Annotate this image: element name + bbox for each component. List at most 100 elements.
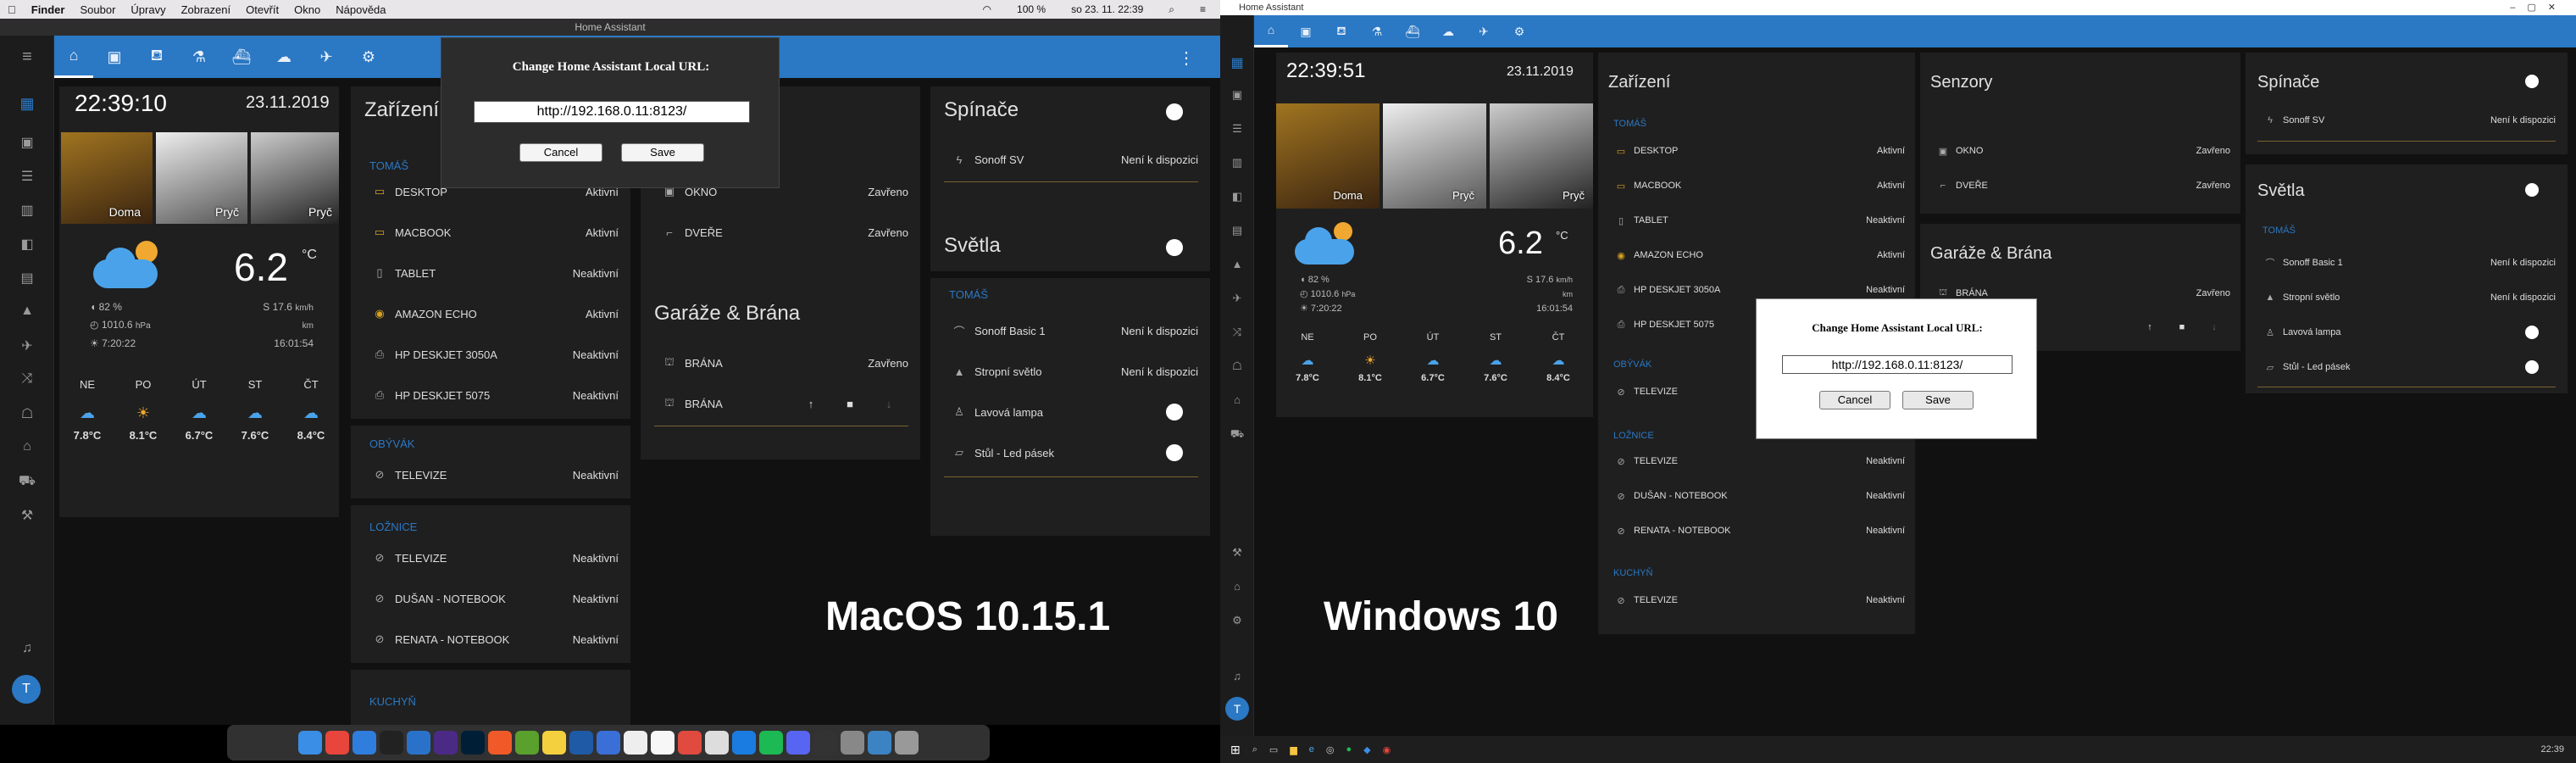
cart-icon[interactable]: ⛟ (0, 473, 54, 490)
tools-icon[interactable]: ⚒ (1220, 546, 1254, 560)
chrome-icon[interactable] (325, 731, 349, 755)
light-row[interactable]: ⌒ Sonoff Basic 1 Není k dispozici (2257, 254, 2557, 271)
lights-toggle[interactable] (2525, 183, 2539, 197)
menu-upravy[interactable]: Úpravy (123, 3, 173, 16)
save-button[interactable]: Save (1902, 391, 1974, 409)
bell-icon[interactable]: ♫ (1220, 670, 1254, 682)
stop-icon[interactable]: ■ (830, 398, 869, 410)
sensor-row[interactable]: ▣ OKNO Zavřeno (1930, 142, 2230, 159)
light-row[interactable]: ▲ Stropní světlo Není k dispozici (944, 361, 1198, 382)
light-row[interactable]: ▱ Stůl - Led pásek (944, 443, 1198, 463)
window-controls[interactable]: –▢✕ (2510, 0, 2568, 15)
cart-icon[interactable]: ⛟ (1220, 427, 1254, 443)
robot-icon[interactable]: ☖ (1220, 359, 1254, 373)
open-arrow-icon[interactable]: ↑ (2134, 322, 2166, 332)
photos-icon[interactable] (678, 731, 702, 755)
tab-kitchen-icon[interactable]: ⚗ (178, 48, 220, 66)
avatar[interactable]: T (1225, 697, 1249, 721)
tab-kitchen-icon[interactable]: ⚗ (1359, 25, 1395, 39)
vscode-icon[interactable]: ◆ (1363, 744, 1370, 755)
maps-icon[interactable] (705, 731, 729, 755)
logbook-icon[interactable]: ☰ (0, 168, 54, 185)
steam-icon[interactable]: ◎ (1326, 744, 1335, 755)
person-photo-2[interactable]: Pryč (1383, 103, 1486, 209)
switches-toggle[interactable] (2525, 75, 2539, 88)
trash-icon[interactable] (895, 731, 919, 755)
explorer-icon[interactable]: ▆ (1290, 744, 1296, 755)
control-center-icon[interactable]: ≡ (1192, 3, 1213, 15)
discord-icon[interactable] (786, 731, 810, 755)
device-row[interactable]: ▭ MACBOOK Aktivní (364, 222, 619, 242)
device-row[interactable]: ⊘TELEVIZENeaktivní (1608, 453, 1905, 470)
device-row[interactable]: ⊘ DUŠAN - NOTEBOOK Neaktivní (1608, 487, 1905, 504)
apple-icon[interactable]:  (0, 3, 24, 16)
switches-toggle[interactable] (1166, 103, 1183, 120)
settings-icon[interactable]: ⚙ (1220, 614, 1254, 627)
photoshop-icon[interactable] (461, 731, 485, 755)
start-icon[interactable]: ⊞ (1230, 743, 1241, 757)
notes-icon[interactable] (651, 731, 675, 755)
shuffle-icon[interactable]: ⤨ (0, 371, 54, 387)
light-row[interactable]: ▲ Stropní světlo Není k dispozici (2257, 289, 2556, 306)
menu-finder[interactable]: Finder (24, 3, 73, 16)
tab-home-icon[interactable]: ⌂ (1254, 15, 1288, 47)
device-row[interactable]: ⊘TELEVIZENeaktivní (364, 465, 619, 485)
menu-otevrit[interactable]: Otevřít (238, 3, 286, 16)
safari-icon[interactable] (353, 731, 376, 755)
spotify-icon[interactable] (759, 731, 783, 755)
home-assist-icon[interactable]: ⌂ (1220, 580, 1254, 593)
tab-cloud-icon[interactable]: ☁ (263, 48, 305, 66)
downloads-icon[interactable] (868, 731, 891, 755)
menu-icon[interactable]: ≡ (0, 47, 54, 67)
save-button[interactable]: Save (621, 143, 704, 162)
tab-cloud-icon[interactable]: ☁ (1430, 25, 1466, 39)
logbook-icon[interactable]: ☰ (1220, 122, 1254, 136)
device-row[interactable]: ⎙HP DESKJET 5075Neaktivní (364, 385, 619, 405)
app-icon[interactable] (597, 731, 620, 755)
device-row[interactable]: ◉ AMAZON ECHO Aktivní (364, 304, 619, 324)
device-row[interactable]: ⊘TELEVIZENeaktivní (1608, 592, 1905, 609)
light-toggle[interactable] (1166, 404, 1183, 420)
close-arrow-icon[interactable]: ↓ (2198, 322, 2230, 332)
battery-status[interactable]: 100 % (1009, 3, 1053, 15)
calendar-icon[interactable] (624, 731, 647, 755)
inbox-icon[interactable]: ▣ (1220, 88, 1254, 102)
tab-sofa-icon[interactable]: ⛾ (1324, 24, 1359, 40)
more-icon[interactable]: ⋮ (1178, 47, 1195, 69)
device-row[interactable]: ▭ MACBOOK Aktivní (1608, 177, 1905, 194)
code-icon[interactable]: ◧ (0, 236, 54, 253)
person-photo-3[interactable]: Pryč (251, 132, 339, 224)
taskbar-clock[interactable]: 22:39 (2540, 744, 2564, 755)
light-toggle[interactable] (2525, 360, 2539, 374)
drive-icon[interactable]: ▲ (0, 304, 54, 319)
overview-icon[interactable]: ▦ (0, 95, 54, 113)
device-row[interactable]: ▯ TABLET Neaktivní (364, 263, 619, 283)
gate-row[interactable]: ⛫BRÁNA↑■↓ (654, 393, 908, 414)
tab-bed-icon[interactable]: ⛴ (220, 48, 263, 66)
edge-icon[interactable]: e (1309, 744, 1314, 755)
inbox-icon[interactable]: ▣ (0, 134, 54, 151)
menu-napoveda[interactable]: Nápověda (328, 3, 393, 16)
device-row[interactable]: ⊘ RENATA - NOTEBOOK Neaktivní (364, 629, 619, 649)
tab-bed-icon[interactable]: ⛴ (1395, 25, 1430, 39)
tab-satellite-icon[interactable]: ✈ (1466, 25, 1502, 39)
cancel-button[interactable]: Cancel (1819, 391, 1890, 409)
calendar-icon[interactable]: ▤ (0, 270, 54, 287)
sensor-row[interactable]: ⌐ DVEŘE Zavřeno (1930, 177, 2230, 194)
finder-icon[interactable] (298, 731, 322, 755)
menu-soubor[interactable]: Soubor (72, 3, 123, 16)
shuffle-icon[interactable]: ⤨ (1220, 326, 1254, 339)
appstore-icon[interactable] (732, 731, 756, 755)
bell-icon[interactable]: ♫ (0, 641, 54, 656)
overview-icon[interactable]: ▦ (1220, 54, 1254, 71)
robot-icon[interactable]: ☖ (0, 405, 54, 422)
tab-tv-icon[interactable]: ▣ (1288, 25, 1324, 39)
device-row[interactable]: ◉ AMAZON ECHO Aktivní (1608, 247, 1905, 264)
history-icon[interactable]: ▥ (0, 202, 54, 219)
cancel-button[interactable]: Cancel (519, 143, 602, 162)
tab-tv-icon[interactable]: ▣ (93, 48, 136, 66)
history-icon[interactable]: ▥ (1220, 156, 1254, 170)
open-arrow-icon[interactable]: ↑ (791, 398, 830, 410)
drive-icon[interactable]: ▲ (1220, 258, 1254, 270)
switch-row[interactable]: ϟ Sonoff SV Není k dispozici (2257, 112, 2556, 129)
